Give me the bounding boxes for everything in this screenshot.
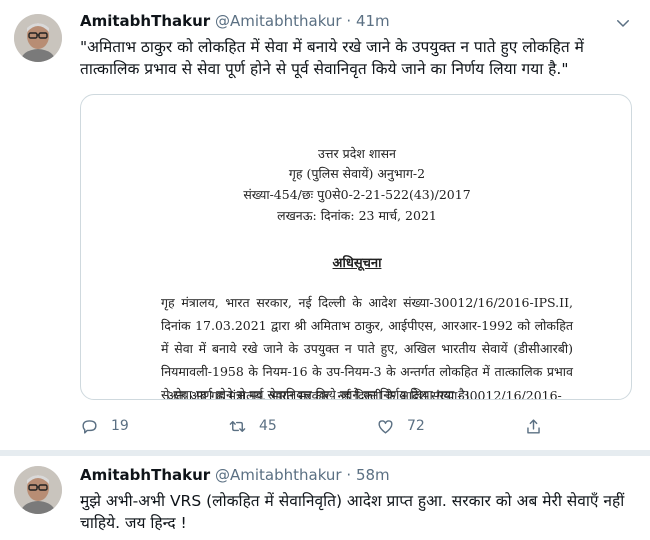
reply-button[interactable]: 19 [80,412,129,440]
tweet[interactable]: AmitabhThakur @Amitabhthakur · 41m "अमित… [0,0,650,452]
chevron-down-icon[interactable] [614,14,632,32]
share-icon [527,418,540,434]
retweet-button[interactable]: 45 [228,412,277,440]
user-handle[interactable]: @Amitabhthakur [215,12,342,30]
comment-icon [82,419,97,434]
share-button[interactable] [524,412,555,440]
document-image: उत्तर प्रदेश शासन गृह (पुलिस सेवायें) अन… [81,95,631,400]
tweet-image[interactable]: उत्तर प्रदेश शासन गृह (पुलिस सेवायें) अन… [80,94,632,400]
like-count: 72 [407,418,425,434]
tweet-text: "अमिताभ ठाकुर को लोकहित में सेवा में बना… [80,38,584,78]
doc-line: संख्या-454/छः पु0से0-2-21-522(43)/2017 [243,187,471,202]
retweet-icon [229,420,246,432]
tweet[interactable]: AmitabhThakur @Amitabhthakur · 58m मुझे … [0,452,650,540]
timestamp[interactable]: 41m [356,12,390,30]
avatar[interactable] [14,466,62,514]
tweet-text: मुझे अभी-अभी VRS (लोकहित में सेवानिवृति)… [80,492,625,532]
doc-line: लखनऊ: दिनांक: 23 मार्च, 2021 [277,208,437,223]
tweet-header: AmitabhThakur @Amitabhthakur · 58m [80,466,390,484]
avatar[interactable] [14,14,62,62]
heart-icon [378,419,393,434]
display-name[interactable]: AmitabhThakur [80,12,210,30]
doc-body: गृह मंत्रालय, भारत सरकार, नई दिल्ली के आ… [161,295,573,400]
user-handle[interactable]: @Amitabhthakur [215,466,342,484]
tweet-header: AmitabhThakur @Amitabhthakur · 41m [80,12,390,30]
doc-line: अतः अब गृह मंत्रालय, भारत सरकार, नई दिल्… [167,388,562,400]
tweet-actions: 19 45 72 [80,412,632,440]
like-button[interactable]: 72 [376,412,425,440]
timestamp[interactable]: 58m [356,466,390,484]
reply-count: 19 [111,418,129,434]
display-name[interactable]: AmitabhThakur [80,466,210,484]
separator: · [346,12,352,30]
retweet-count: 45 [259,418,277,434]
doc-line: गृह (पुलिस सेवायें) अनुभाग-2 [288,166,426,181]
doc-heading: अधिसूचना [332,256,382,271]
doc-line: उत्तर प्रदेश शासन [318,146,396,161]
separator: · [346,466,352,484]
